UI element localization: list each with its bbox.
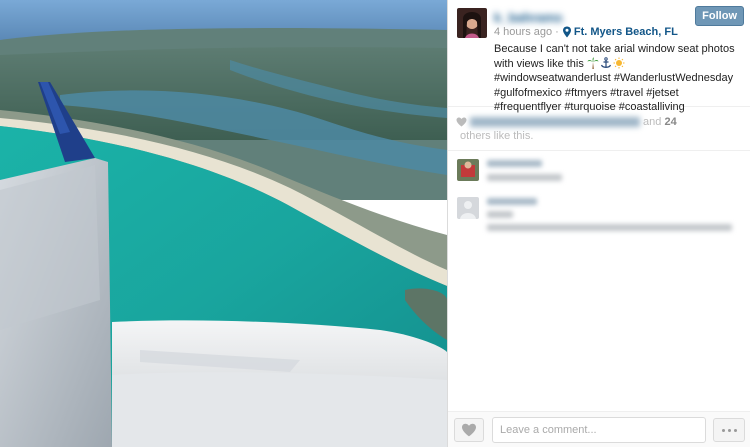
comment-author-redacted <box>487 198 537 205</box>
user-avatar-icon <box>457 8 487 38</box>
comment-input[interactable] <box>492 417 706 443</box>
comment-item <box>457 157 741 195</box>
likes-and-text: and <box>640 116 665 128</box>
post-meta: 4 hours ago · Ft. Myers Beach, FL <box>494 26 678 38</box>
author-username[interactable]: k_bahrams <box>494 10 614 25</box>
user-avatar-icon <box>457 197 479 219</box>
comment-bar <box>448 411 750 447</box>
heart-icon <box>462 423 476 437</box>
comment-item <box>457 195 741 233</box>
comments-list <box>448 151 750 239</box>
post-photo[interactable] <box>0 0 447 447</box>
comment-text-redacted <box>487 174 562 181</box>
user-avatar-icon <box>457 159 479 181</box>
ellipsis-icon <box>721 428 725 432</box>
likes-summary: and 24 others like this. <box>448 107 750 151</box>
likes-count[interactable]: 24 <box>664 116 676 128</box>
likes-others-text: others like this. <box>457 130 534 142</box>
comment-text-redacted <box>487 211 513 218</box>
more-options-button[interactable] <box>713 418 745 442</box>
sun-icon <box>613 57 625 68</box>
post-details-panel: k_bahrams Follow 4 hours ago · Ft. Myers… <box>447 0 750 447</box>
author-avatar[interactable] <box>457 8 487 38</box>
commenter-avatar[interactable] <box>457 197 479 219</box>
meta-separator: · <box>552 26 562 38</box>
aerial-beach-photo <box>0 0 447 447</box>
comment-author-redacted <box>487 160 542 167</box>
follow-button[interactable]: Follow <box>695 6 744 26</box>
commenter-avatar[interactable] <box>457 159 479 181</box>
instagram-post-view: k_bahrams Follow 4 hours ago · Ft. Myers… <box>0 0 750 447</box>
post-timestamp: 4 hours ago <box>494 26 553 38</box>
like-button[interactable] <box>454 418 484 442</box>
post-header: k_bahrams Follow 4 hours ago · Ft. Myers… <box>448 0 750 113</box>
heart-icon <box>456 117 467 127</box>
liker-names-redacted <box>470 117 640 128</box>
anchor-icon <box>600 56 611 68</box>
comment-text-redacted <box>487 224 732 231</box>
post-location-link[interactable]: Ft. Myers Beach, FL <box>574 26 678 38</box>
post-caption: Because I can't not take arial window se… <box>494 42 744 115</box>
palm-tree-icon <box>587 57 599 69</box>
location-pin-icon <box>562 26 571 38</box>
